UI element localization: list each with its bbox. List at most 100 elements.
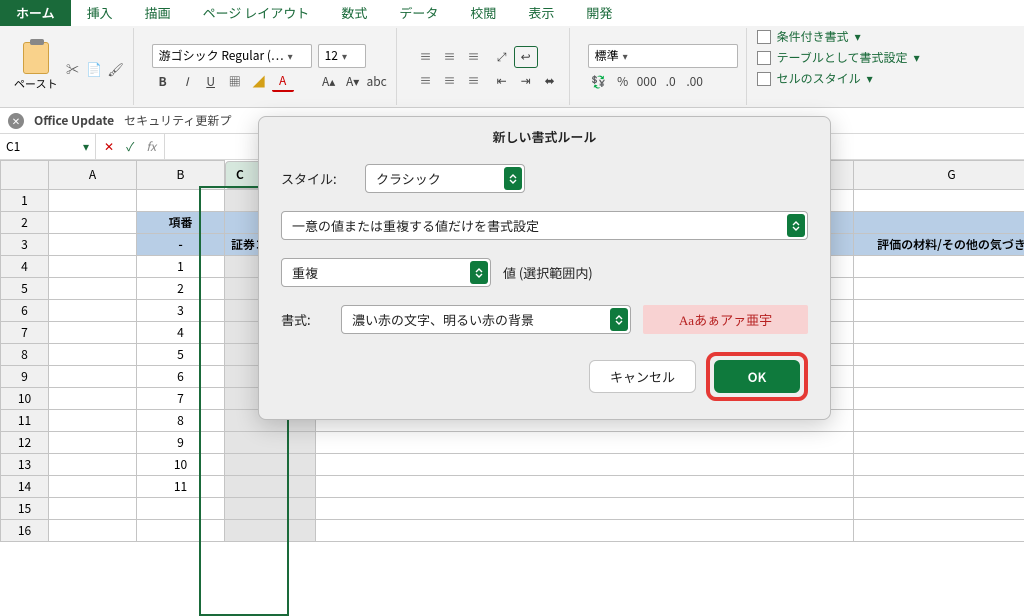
decrease-indent-icon[interactable]: ⇤ [491, 71, 513, 91]
cell-B3[interactable]: - [137, 233, 225, 255]
cell-B11[interactable]: 8 [137, 409, 225, 431]
dialog-title: 新しい書式ルール [259, 117, 830, 156]
tab-home[interactable]: ホーム [0, 0, 71, 26]
row-12[interactable]: 12 [1, 431, 49, 453]
conditional-format-button[interactable]: 条件付き書式▾ [757, 28, 920, 45]
ok-button[interactable]: OK [714, 360, 800, 393]
col-B[interactable]: B [137, 161, 225, 190]
font-color-button[interactable]: A [272, 72, 294, 92]
row-4[interactable]: 4 [1, 255, 49, 277]
ruby-button[interactable]: abc [366, 72, 388, 92]
cell-B10[interactable]: 7 [137, 387, 225, 409]
cell-B14[interactable]: 11 [137, 475, 225, 497]
number-format-select[interactable]: 標準 [588, 44, 738, 68]
bold-button[interactable]: B [152, 72, 174, 92]
cell-B9[interactable]: 6 [137, 365, 225, 387]
cancel-formula-icon[interactable]: ✕ [104, 138, 114, 155]
row-7[interactable]: 7 [1, 321, 49, 343]
percent-icon[interactable]: % [612, 72, 634, 92]
copy-icon[interactable]: 📄 [85, 59, 103, 77]
tab-formulas[interactable]: 数式 [325, 0, 383, 26]
cut-icon[interactable]: ✂︎ [63, 59, 81, 77]
cell-B5[interactable]: 2 [137, 277, 225, 299]
cell-styles-button[interactable]: セルのスタイル▾ [757, 70, 920, 87]
comma-icon[interactable]: 000 [636, 72, 658, 92]
name-box[interactable]: C1▾ [0, 134, 96, 159]
row-9[interactable]: 9 [1, 365, 49, 387]
tab-view[interactable]: 表示 [512, 0, 570, 26]
row-2[interactable]: 2 [1, 211, 49, 233]
col-A[interactable]: A [49, 161, 137, 190]
cell-B12[interactable]: 9 [137, 431, 225, 453]
wrap-text-icon[interactable]: ↩︎ [515, 47, 537, 67]
row-13[interactable]: 13 [1, 453, 49, 475]
align-left-icon[interactable]: ≡ [415, 71, 437, 91]
align-center-icon[interactable]: ≡ [439, 71, 461, 91]
paste-button[interactable]: ペースト [14, 42, 57, 92]
increase-indent-icon[interactable]: ⇥ [515, 71, 537, 91]
font-name-select[interactable]: 游ゴシック Regular (… [152, 44, 312, 68]
decrease-font-icon[interactable]: A▾ [342, 72, 364, 92]
decrease-decimal-icon[interactable]: .0 [660, 72, 682, 92]
borders-button[interactable]: ▦ [224, 72, 246, 92]
select-all-corner[interactable] [1, 161, 49, 190]
row-3[interactable]: 3 [1, 233, 49, 255]
format-painter-icon[interactable]: 🖌 [107, 59, 125, 77]
format-label: 書式: [281, 310, 329, 329]
name-box-value: C1 [6, 138, 20, 155]
accept-formula-icon[interactable]: ✓ [126, 138, 134, 155]
align-top-icon[interactable]: ≡ [415, 47, 437, 67]
cell-G3[interactable]: 評価の材料/その他の気づき [854, 233, 1024, 255]
cell-B13[interactable]: 10 [137, 453, 225, 475]
row-15[interactable]: 15 [1, 497, 49, 519]
duplicate-select[interactable]: 重複 [281, 258, 491, 287]
new-format-rule-dialog: 新しい書式ルール スタイル: クラシック 一意の値または重複する値だけを書式設定… [258, 116, 831, 420]
conditional-format-label: 条件付き書式 [777, 28, 849, 45]
clipboard-group: ペースト ✂︎ 📄 🖌 [6, 28, 134, 105]
rule-type-select[interactable]: 一意の値または重複する値だけを書式設定 [281, 211, 808, 240]
currency-icon[interactable]: 💱 [588, 72, 610, 92]
fill-color-button[interactable]: ◢ [248, 72, 270, 92]
font-group: 游ゴシック Regular (… B I U ▦ ◢ A 12 A▴ A▾ ab… [144, 28, 397, 105]
format-preset-select[interactable]: 濃い赤の文字、明るい赤の背景 [341, 305, 631, 334]
cell-B8[interactable]: 5 [137, 343, 225, 365]
tab-page-layout[interactable]: ページ レイアウト [187, 0, 326, 26]
duplicate-scope-label: 値 (選択範囲内) [503, 263, 593, 282]
row-11[interactable]: 11 [1, 409, 49, 431]
cell-B7[interactable]: 4 [137, 321, 225, 343]
tab-draw[interactable]: 描画 [129, 0, 187, 26]
tab-data[interactable]: データ [383, 0, 454, 26]
italic-button[interactable]: I [176, 72, 198, 92]
cell-B2[interactable]: 項番 [137, 211, 225, 233]
align-middle-icon[interactable]: ≡ [439, 47, 461, 67]
underline-button[interactable]: U [200, 72, 222, 92]
cell-B6[interactable]: 3 [137, 299, 225, 321]
col-G[interactable]: G [854, 161, 1024, 190]
close-messagebar-icon[interactable]: ✕ [8, 113, 24, 129]
styles-group: 条件付き書式▾ テーブルとして書式設定▾ セルのスタイル▾ [757, 28, 920, 105]
tab-review[interactable]: 校閲 [454, 0, 512, 26]
increase-font-icon[interactable]: A▴ [318, 72, 340, 92]
row-14[interactable]: 14 [1, 475, 49, 497]
fx-icon[interactable]: fx [146, 138, 156, 155]
row-1[interactable]: 1 [1, 189, 49, 211]
tab-developer[interactable]: 開発 [570, 0, 628, 26]
merge-button[interactable]: ⬌ [539, 71, 561, 91]
font-size-select[interactable]: 12 [318, 44, 366, 68]
row-10[interactable]: 10 [1, 387, 49, 409]
row-8[interactable]: 8 [1, 343, 49, 365]
cell-B4[interactable]: 1 [137, 255, 225, 277]
cancel-button[interactable]: キャンセル [589, 360, 696, 393]
tab-insert[interactable]: 挿入 [71, 0, 129, 26]
paste-label: ペースト [14, 76, 57, 92]
align-bottom-icon[interactable]: ≡ [463, 47, 485, 67]
row-16[interactable]: 16 [1, 519, 49, 541]
format-as-table-button[interactable]: テーブルとして書式設定▾ [757, 49, 920, 66]
row-5[interactable]: 5 [1, 277, 49, 299]
row-6[interactable]: 6 [1, 299, 49, 321]
message-title: Office Update [34, 112, 114, 129]
orientation-icon[interactable]: ⤢ [491, 47, 513, 67]
align-right-icon[interactable]: ≡ [463, 71, 485, 91]
increase-decimal-icon[interactable]: .00 [684, 72, 706, 92]
style-select[interactable]: クラシック [365, 164, 525, 193]
